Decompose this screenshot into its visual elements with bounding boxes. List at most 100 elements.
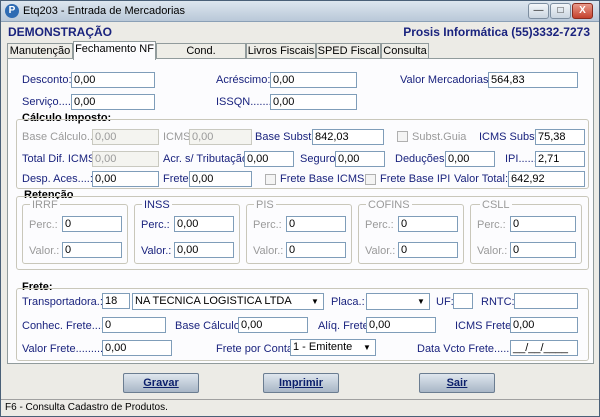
servico-input[interactable]: 0,00: [71, 94, 155, 110]
frete-base-calculo-input[interactable]: 0,00: [238, 317, 308, 333]
rntc-input[interactable]: [514, 293, 578, 309]
pis-valor-input[interactable]: 0: [286, 242, 346, 258]
issqn-input[interactable]: 0,00: [270, 94, 357, 110]
frete-base-calculo-label: Base Cálculo.: [175, 320, 243, 332]
frete-base-ipi-label: Frete Base IPI: [380, 173, 451, 185]
chevron-down-icon: ▼: [363, 343, 371, 352]
rntc-label: RNTC:: [481, 296, 515, 308]
deducoes-input[interactable]: 0,00: [445, 151, 495, 167]
main-window: P Etq203 - Entrada de Mercadorias — □ X …: [0, 0, 600, 417]
icms-input: 0,00: [189, 129, 252, 145]
acr-tributacao-label: Acr. s/ Tributação:: [163, 153, 252, 165]
valor-mercadorias-input[interactable]: 564,83: [488, 72, 578, 88]
maximize-button[interactable]: □: [550, 3, 571, 19]
sair-button[interactable]: Sair: [419, 373, 495, 393]
inss-perc-input[interactable]: 0,00: [174, 216, 234, 232]
irrf-valor-input[interactable]: 0: [62, 242, 122, 258]
frete-base-icms-checkbox[interactable]: [265, 174, 276, 185]
chevron-down-icon: ▼: [417, 297, 425, 306]
base-calculo-input: 0,00: [92, 129, 159, 145]
desconto-label: Desconto:: [22, 74, 72, 86]
uf-label: UF:: [436, 296, 454, 308]
pis-perc-input[interactable]: 0: [286, 216, 346, 232]
retencao-csll-title: CSLL: [480, 199, 512, 211]
retencao-pis-title: PIS: [254, 199, 276, 211]
retencao-cofins-title: COFINS: [366, 199, 412, 211]
icms-subst-label: ICMS Subst.: [479, 131, 541, 143]
base-subst-input[interactable]: 842,03: [312, 129, 384, 145]
gravar-button[interactable]: Gravar: [123, 373, 199, 393]
pis-perc-label: Perc.:: [253, 219, 282, 231]
inss-valor-input[interactable]: 0,00: [174, 242, 234, 258]
placa-label: Placa.:: [331, 296, 365, 308]
retencao-inss-title: INSS: [142, 199, 172, 211]
icms-frete-label: ICMS Frete.:: [455, 320, 518, 332]
tab-fechamento-nf[interactable]: Fechamento NF: [73, 41, 156, 60]
icms-frete-input[interactable]: 0,00: [510, 317, 578, 333]
tab-sped-fiscal[interactable]: SPED Fiscal: [316, 43, 381, 59]
frete-por-conta-select[interactable]: 1 - Emitente ▼: [290, 339, 376, 356]
title-bar[interactable]: P Etq203 - Entrada de Mercadorias — □ X: [1, 1, 599, 22]
tab-manutencao[interactable]: Manutenção: [7, 43, 73, 59]
valor-total-label: Valor Total:: [454, 173, 509, 185]
imprimir-button[interactable]: Imprimir: [263, 373, 339, 393]
valor-mercadorias-label: Valor Mercadorias:: [400, 74, 492, 86]
app-icon: P: [5, 4, 19, 18]
cofins-perc-label: Perc.:: [365, 219, 394, 231]
csll-perc-input[interactable]: 0: [510, 216, 576, 232]
cofins-perc-input[interactable]: 0: [398, 216, 458, 232]
company-mode: DEMONSTRAÇÃO: [8, 25, 112, 39]
acrescimo-input[interactable]: 0,00: [270, 72, 357, 88]
valor-total-input[interactable]: 642,92: [508, 171, 585, 187]
irrf-perc-input[interactable]: 0: [62, 216, 122, 232]
base-calculo-label: Base Cálculo....:: [22, 131, 103, 143]
acr-tributacao-input[interactable]: 0,00: [244, 151, 294, 167]
transportadora-select[interactable]: NA TECNICA LOGISTICA LTDA ▼: [132, 293, 324, 310]
company-header: DEMONSTRAÇÃO Prosis Informática (55)3332…: [2, 23, 598, 41]
subst-guia-checkbox[interactable]: [397, 131, 408, 142]
close-button[interactable]: X: [572, 3, 593, 19]
tab-livros-fiscais[interactable]: Livros Fiscais: [246, 43, 316, 59]
seguro-label: Seguro:: [300, 153, 339, 165]
status-bar: F6 - Consulta Cadastro de Produtos.: [1, 399, 599, 416]
data-vcto-frete-input[interactable]: __/__/____: [510, 340, 578, 356]
icms-subst-input[interactable]: 75,38: [535, 129, 585, 145]
ipi-input[interactable]: 2,71: [535, 151, 585, 167]
frete-base-ipi-checkbox[interactable]: [365, 174, 376, 185]
subst-guia-label: Subst.Guia: [412, 131, 467, 143]
pis-valor-label: Valor.:: [253, 245, 284, 257]
frete-input[interactable]: 0,00: [189, 171, 252, 187]
aliq-frete-input[interactable]: 0,00: [366, 317, 436, 333]
tab-cond-pagamento[interactable]: Cond. Pagamento: [156, 43, 246, 71]
servico-label: Serviço....:: [22, 96, 74, 108]
cofins-valor-label: Valor.:: [365, 245, 396, 257]
frete-por-conta-value: 1 - Emitente: [293, 341, 353, 353]
placa-select[interactable]: ▼: [366, 293, 430, 310]
issqn-label: ISSQN........:: [216, 96, 278, 108]
transportadora-label: Transportadora.:: [22, 296, 103, 308]
transportadora-code-input[interactable]: 18: [102, 293, 130, 309]
minimize-button[interactable]: —: [528, 3, 549, 19]
total-dif-icms-label: Total Dif. ICMS:: [22, 153, 99, 165]
transportadora-select-value: NA TECNICA LOGISTICA LTDA: [135, 295, 292, 307]
total-dif-icms-input: 0,00: [92, 151, 159, 167]
company-contact: Prosis Informática (55)3332-7273: [403, 25, 590, 39]
inss-valor-label: Valor.:: [141, 245, 172, 257]
seguro-input[interactable]: 0,00: [335, 151, 385, 167]
cofins-valor-input[interactable]: 0: [398, 242, 458, 258]
desconto-input[interactable]: 0,00: [71, 72, 155, 88]
status-text: F6 - Consulta Cadastro de Produtos.: [5, 402, 168, 413]
window-title: Etq203 - Entrada de Mercadorias: [23, 5, 186, 17]
fechamento-panel: Desconto: 0,00 Acréscimo: 0,00 Valor Mer…: [7, 58, 594, 364]
frete-por-conta-label: Frete por Conta.:: [216, 343, 300, 355]
inss-perc-label: Perc.:: [141, 219, 170, 231]
tab-consulta[interactable]: Consulta: [381, 43, 429, 59]
valor-frete-input[interactable]: 0,00: [102, 340, 172, 356]
uf-input[interactable]: [453, 293, 473, 309]
conhec-frete-input[interactable]: 0: [102, 317, 166, 333]
csll-valor-input[interactable]: 0: [510, 242, 576, 258]
irrf-perc-label: Perc.:: [29, 219, 58, 231]
base-subst-label: Base Subst.: [255, 131, 315, 143]
desp-aces-input[interactable]: 0,00: [92, 171, 159, 187]
chevron-down-icon: ▼: [311, 297, 319, 306]
